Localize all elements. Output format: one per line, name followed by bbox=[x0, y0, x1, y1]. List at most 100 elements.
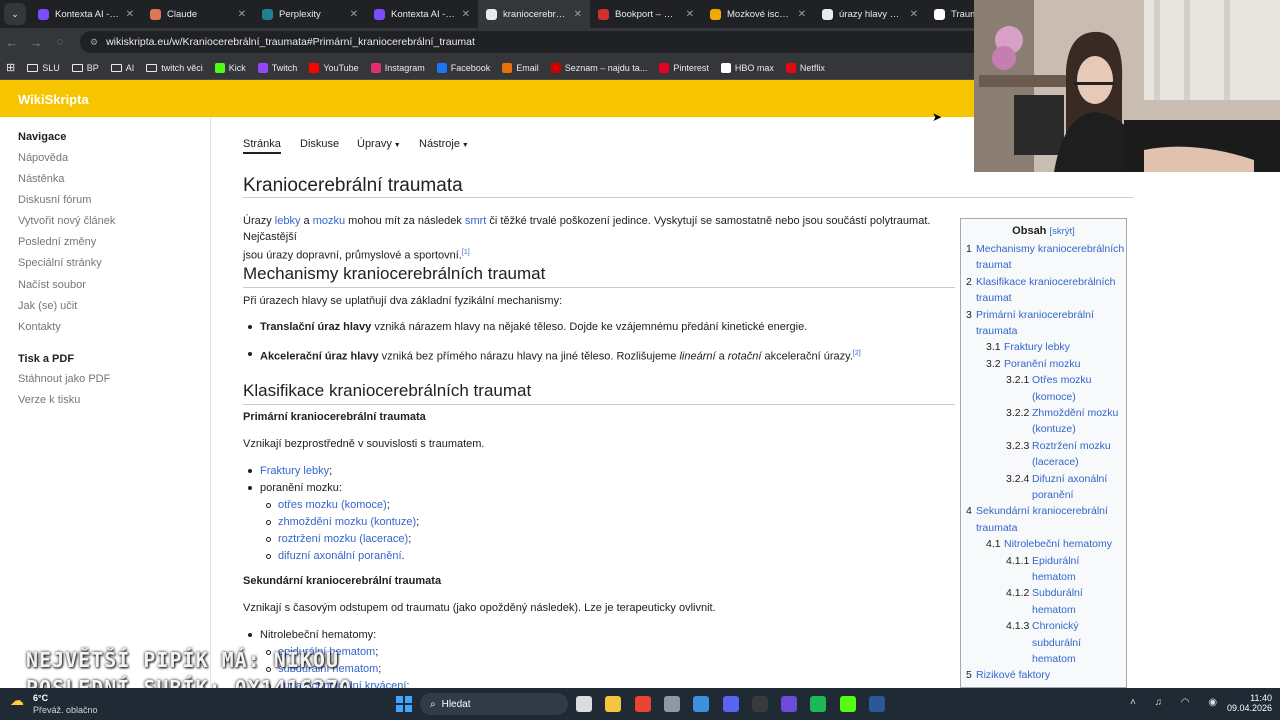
back-button[interactable]: ← bbox=[0, 35, 24, 50]
tab-discussion[interactable]: Diskuse bbox=[300, 138, 339, 150]
toc-link[interactable]: Mechanismy kraniocerebrálních bbox=[976, 241, 1124, 257]
sidebar-item[interactable]: Jak (se) učit bbox=[18, 300, 77, 312]
bookmark-item[interactable]: Kick bbox=[214, 62, 246, 73]
bookmark-item[interactable]: Seznam – najdu ta... bbox=[550, 62, 647, 73]
toc-link[interactable]: traumat bbox=[976, 290, 1012, 306]
toc-link[interactable]: Sekundární kraniocerebrální bbox=[976, 503, 1108, 519]
sidebar-item[interactable]: Verze k tisku bbox=[18, 394, 80, 406]
reference-1[interactable]: [1] bbox=[462, 249, 470, 256]
sidebar-item[interactable]: Stáhnout jako PDF bbox=[18, 373, 110, 385]
word-icon[interactable] bbox=[869, 696, 885, 712]
toc-link[interactable]: Rizikové faktory bbox=[976, 667, 1050, 683]
list-link[interactable]: roztržení mozku (lacerace) bbox=[278, 533, 408, 545]
clock[interactable]: 11:40 09.04.2026 bbox=[1227, 693, 1272, 713]
discord-icon[interactable] bbox=[722, 696, 739, 712]
bookmark-item[interactable]: AI bbox=[110, 63, 134, 73]
close-icon[interactable]: ✕ bbox=[350, 9, 358, 20]
toc-link[interactable]: Klasifikace kraniocerebrálních bbox=[976, 274, 1115, 290]
browser-tab[interactable]: Mozkové ischemi ✕ bbox=[702, 0, 814, 28]
reference-2[interactable]: [2] bbox=[853, 350, 861, 357]
sidebar-item[interactable]: Poslední změny bbox=[18, 236, 96, 248]
close-icon[interactable]: ✕ bbox=[238, 9, 246, 20]
forward-button[interactable]: → bbox=[24, 35, 48, 50]
browser-tab[interactable]: Kontexta AI - Nap ✕ bbox=[30, 0, 142, 28]
toc-link[interactable]: Roztržení mozku bbox=[1032, 438, 1111, 454]
bookmark-item[interactable]: Instagram bbox=[370, 62, 425, 73]
toc-link[interactable]: Epidurální bbox=[1032, 553, 1079, 569]
list-link[interactable]: difuzní axonální poranění bbox=[278, 550, 402, 562]
tab-search-button[interactable]: ⌄ bbox=[4, 3, 26, 25]
bookmark-item[interactable]: Email bbox=[502, 62, 539, 73]
apps-grid-icon[interactable]: ⊞ bbox=[6, 61, 15, 74]
link-smrt[interactable]: smrt bbox=[465, 215, 486, 227]
bookmark-item[interactable]: YouTube bbox=[309, 62, 359, 73]
link-mozku[interactable]: mozku bbox=[313, 215, 345, 227]
folder-icon[interactable] bbox=[605, 696, 622, 712]
list-link[interactable]: otřes mozku (komoce) bbox=[278, 499, 387, 511]
sidebar-item[interactable]: Vytvořit nový článek bbox=[18, 215, 115, 227]
toc-link[interactable]: (kontuze) bbox=[1032, 421, 1076, 437]
sidebar-item[interactable]: Načíst soubor bbox=[18, 279, 86, 291]
toc-link[interactable]: hematom bbox=[1032, 651, 1076, 667]
loading-spinner-icon[interactable]: ◌ bbox=[48, 36, 72, 48]
system-tray-icons[interactable]: ˄ ♫ ◠ ◉ bbox=[1130, 697, 1225, 708]
browser-tab[interactable]: Bookport – On-lin ✕ bbox=[590, 0, 702, 28]
settings-icon[interactable] bbox=[663, 696, 680, 712]
photos-icon[interactable] bbox=[693, 696, 710, 712]
browser-tab[interactable]: Perplexity ✕ bbox=[254, 0, 366, 28]
file-explorer-icon[interactable] bbox=[576, 696, 592, 712]
close-icon[interactable]: ✕ bbox=[686, 9, 694, 20]
weather-temp[interactable]: 6°C bbox=[33, 693, 48, 703]
bookmark-item[interactable]: SLU bbox=[27, 63, 60, 73]
bookmark-item[interactable]: Netflix bbox=[785, 62, 825, 73]
toc-hide-link[interactable]: [skrýt] bbox=[1049, 226, 1074, 237]
toc-link[interactable]: hematom bbox=[1032, 569, 1076, 585]
close-icon[interactable]: ✕ bbox=[462, 9, 470, 20]
browser-tab[interactable]: Kontexta AI - Nap ✕ bbox=[366, 0, 478, 28]
toc-link[interactable]: (lacerace) bbox=[1032, 454, 1079, 470]
sidebar-item[interactable]: Speciální stránky bbox=[18, 257, 102, 269]
toc-link[interactable]: traumat bbox=[976, 257, 1012, 273]
toc-link[interactable]: traumata bbox=[976, 323, 1017, 339]
obs-icon[interactable] bbox=[751, 696, 768, 712]
start-button[interactable] bbox=[396, 696, 412, 712]
sidebar-item[interactable]: Nápověda bbox=[18, 152, 68, 164]
browser-tab[interactable]: kraniocerebrální t ✕ bbox=[478, 0, 590, 28]
toc-link[interactable]: Difuzní axonální bbox=[1032, 471, 1107, 487]
tab-edits[interactable]: Úpravy ▼ bbox=[357, 138, 401, 150]
site-info-icon[interactable]: ⚙ bbox=[90, 37, 98, 48]
tab-tools[interactable]: Nástroje ▼ bbox=[419, 138, 469, 150]
toc-link[interactable]: Otřes mozku bbox=[1032, 372, 1092, 388]
bookmark-item[interactable]: Facebook bbox=[436, 62, 490, 73]
app-icon[interactable] bbox=[781, 696, 798, 712]
toc-link[interactable]: subdurální bbox=[1032, 635, 1081, 651]
taskbar-search[interactable]: ⌕ Hledat bbox=[420, 693, 568, 715]
toc-link[interactable]: Fraktury lebky bbox=[1004, 339, 1070, 355]
site-logo[interactable]: WikiSkripta bbox=[18, 92, 89, 107]
weather-desc[interactable]: Převáž. oblačno bbox=[33, 705, 98, 715]
bookmark-item[interactable]: Pinterest bbox=[659, 62, 709, 73]
browser-tab[interactable]: úrazy hlavy a moz ✕ bbox=[814, 0, 926, 28]
chrome-icon[interactable] bbox=[634, 696, 651, 712]
toc-link[interactable]: poranění bbox=[1032, 487, 1073, 503]
weather-icon[interactable]: ☁ bbox=[10, 692, 24, 709]
list-link[interactable]: zhmoždění mozku (kontuze) bbox=[278, 516, 416, 528]
toc-link[interactable]: Chronický bbox=[1032, 618, 1079, 634]
sidebar-item[interactable]: Nástěnka bbox=[18, 173, 64, 185]
toc-link[interactable]: traumata bbox=[976, 520, 1017, 536]
close-icon[interactable]: ✕ bbox=[910, 9, 918, 20]
close-icon[interactable]: ✕ bbox=[126, 9, 134, 20]
bookmark-item[interactable]: twitch věci bbox=[146, 63, 203, 73]
spotify-icon[interactable] bbox=[810, 696, 827, 712]
browser-tab[interactable]: Claude ✕ bbox=[142, 0, 254, 28]
kick-icon[interactable] bbox=[839, 696, 856, 712]
toc-link[interactable]: Zhmoždění mozku bbox=[1032, 405, 1118, 421]
toc-link[interactable]: (komoce) bbox=[1032, 389, 1076, 405]
toc-link[interactable]: Primární kraniocerebrální bbox=[976, 307, 1094, 323]
sidebar-item[interactable]: Kontakty bbox=[18, 321, 61, 333]
close-icon[interactable]: ✕ bbox=[798, 9, 806, 20]
toc-link[interactable]: Subdurální bbox=[1032, 585, 1083, 601]
bookmark-item[interactable]: HBO max bbox=[720, 62, 774, 73]
sidebar-item[interactable]: Diskusní fórum bbox=[18, 194, 91, 206]
url-text[interactable]: wikiskripta.eu/w/Kraniocerebrální_trauma… bbox=[106, 36, 475, 48]
